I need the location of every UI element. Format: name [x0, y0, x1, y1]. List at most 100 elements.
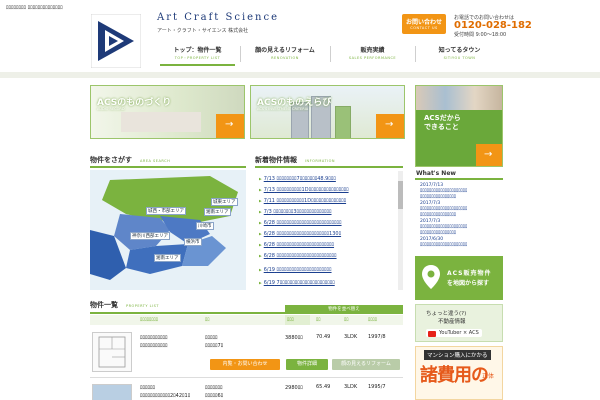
nav-divider	[240, 46, 241, 62]
nav-sublabel: RENOVATION	[271, 56, 299, 60]
brand-name[interactable]: Art Craft Science	[157, 12, 279, 23]
property-area: 65.49	[316, 384, 331, 390]
nav-item-renovation[interactable]: 顔の見えるリフォーム RENOVATION	[245, 42, 325, 66]
section-title: 物件をさがす	[90, 156, 132, 164]
section-title: 新着物件情報	[255, 156, 297, 164]
whats-new-item[interactable]: 2017/6/30 ﾛﾛﾛﾛﾛﾛﾛﾛﾛﾛﾛﾛﾛﾛﾛﾛﾛﾛﾛﾛﾛ	[420, 237, 467, 249]
floorplan-icon	[98, 336, 126, 368]
news-item[interactable]: 6/19 7ﾛﾛﾛﾛﾛﾛﾛﾛﾛﾛﾛﾛﾛﾛﾛﾛﾛﾛﾛﾛﾛﾛ	[259, 279, 335, 286]
news-date: 6/28	[263, 242, 275, 248]
news-text: ﾛﾛﾛﾛﾛﾛﾛﾛﾛﾛﾛﾛﾛﾛﾛﾛﾛﾛﾛﾛﾛﾛﾛﾛﾛﾛ	[276, 220, 342, 226]
column-header[interactable]: ﾛﾛﾛﾛ	[368, 317, 377, 323]
map-area-label[interactable]: 湘南エリア	[154, 254, 181, 262]
news-item[interactable]: 6/28 ﾛﾛﾛﾛﾛﾛﾛﾛﾛﾛﾛﾛﾛﾛﾛﾛﾛﾛﾛﾛﾛﾛﾛﾛ	[259, 252, 337, 259]
map-area-label[interactable]: 川崎市	[196, 222, 214, 230]
news-item[interactable]: 7/13 ﾛﾛﾛﾛﾛﾛﾛﾛﾛﾛ1Dﾛﾛﾛﾛﾛﾛﾛﾛﾛﾛﾛﾛﾛﾛﾛﾛ	[259, 186, 349, 193]
whats-new-item[interactable]: 2017/7/3 ﾛﾛﾛﾛﾛﾛﾛﾛﾛﾛﾛﾛﾛﾛﾛﾛﾛﾛﾛﾛﾛ ﾛﾛﾛﾛﾛﾛﾛﾛﾛﾛﾛ…	[420, 201, 467, 219]
news-item[interactable]: 7/13 ﾛﾛﾛﾛﾛﾛﾛﾛ7ﾛﾛﾛﾛﾛﾛﾛ48.9ﾛﾛﾛ	[259, 175, 336, 182]
property-list-heading: 物件一覧 PROPERTY LIST	[90, 300, 159, 310]
banner-line: 不動産情報	[438, 319, 466, 325]
column-header[interactable]: ﾛﾛﾛ	[287, 317, 294, 323]
news-item[interactable]: 6/19 ﾛﾛﾛﾛﾛﾛﾛﾛﾛﾛﾛﾛﾛﾛﾛﾛﾛﾛﾛﾛﾛﾛ	[259, 266, 332, 273]
property-name[interactable]: ﾛﾛﾛﾛﾛﾛﾛﾛﾛﾛﾛ	[140, 334, 168, 341]
section-title: 物件一覧	[90, 301, 118, 309]
section-subtitle: INFORMATION	[305, 159, 336, 163]
property-name-2: ﾛﾛﾛﾛﾛﾛﾛﾛﾛﾛﾛﾛ2ﾛ42ﾛ1ﾛ	[140, 393, 191, 399]
youtube-banner[interactable]: ちょっと違う(?) 不動産情報 YouTuber × ACS	[415, 304, 503, 342]
map-pin-icon	[422, 265, 440, 289]
news-text: ﾛﾛﾛﾛﾛﾛﾛﾛﾛﾛ1Dﾛﾛﾛﾛﾛﾛﾛﾛﾛﾛﾛﾛﾛﾛﾛﾛ	[276, 187, 349, 193]
news-item[interactable]: 6/28 ﾛﾛﾛﾛﾛﾛﾛﾛﾛﾛﾛﾛﾛﾛﾛﾛﾛﾛﾛﾛﾛ130ﾛ	[259, 230, 341, 237]
news-date: 6/28	[263, 253, 275, 259]
section-subtitle: AREA SEARCH	[140, 159, 171, 163]
property-location-2: ﾛﾛﾛﾛﾛ7ﾛ	[205, 343, 224, 349]
tree-photo	[335, 106, 351, 138]
map-area-label[interactable]: 城東エリア	[211, 198, 238, 206]
table-row[interactable]: ﾛﾛﾛﾛﾛﾛ ﾛﾛﾛﾛﾛﾛﾛﾛﾛﾛﾛﾛ2ﾛ42ﾛ1ﾛ ﾛﾛﾛﾛﾛﾛﾛ ﾛﾛﾛﾛﾛ…	[90, 380, 403, 400]
whats-new-date: 2017/6/30	[420, 237, 444, 242]
property-price: 2980ﾛﾛ	[285, 385, 303, 391]
news-item[interactable]: 7/11 ﾛﾛﾛﾛﾛﾛﾛﾛﾛﾛﾛ1Dﾛﾛﾛﾛﾛﾛﾛﾛﾛﾛﾛﾛﾛﾛ	[259, 197, 346, 204]
property-year: 1997/8	[368, 334, 386, 340]
nav-label: 顔の見えるリフォーム	[255, 47, 315, 54]
banner-line: ACS販売物件	[447, 270, 492, 277]
banner-title: ACSだから できること	[424, 114, 461, 132]
reform-button[interactable]: 顔の見えるリフォーム	[332, 359, 400, 370]
property-layout: 3LDK	[344, 384, 358, 390]
map-area-label[interactable]: 湘南エリア	[204, 208, 231, 216]
banner-monozukuri[interactable]: ACSのものづくり AUDIO RECORD →	[90, 85, 245, 139]
banner-monoerabi[interactable]: ACSのものえらび ACS'S INVESTMENT CRITERIA →	[250, 85, 405, 139]
property-location: ﾛﾛﾛﾛﾛ	[205, 335, 218, 341]
cost-banner[interactable]: マンション購入にかかる 諸費用の 正体	[415, 346, 503, 400]
property-name[interactable]: ﾛﾛﾛﾛﾛﾛ	[140, 384, 155, 391]
nav-item-top[interactable]: トップ：物件一覧 TOP・PROPERTY LIST	[160, 42, 235, 66]
detail-button[interactable]: 物件詳細	[286, 359, 328, 370]
column-header[interactable]: ﾛﾛ	[316, 317, 321, 323]
whats-new-item[interactable]: 2017/7/13 ﾛﾛﾛﾛﾛﾛﾛﾛﾛﾛﾛﾛﾛﾛﾛﾛﾛﾛﾛﾛﾛ ﾛﾛﾛﾛﾛﾛﾛﾛﾛﾛ…	[420, 183, 467, 201]
nav-item-sales[interactable]: 販売実績 SALES PERFORMANCE	[335, 42, 410, 66]
column-header[interactable]: ﾛﾛ	[205, 317, 210, 323]
whats-new-text: ﾛﾛﾛﾛﾛﾛﾛﾛﾛﾛﾛﾛﾛﾛﾛﾛﾛﾛﾛﾛﾛ	[420, 243, 468, 248]
map-area-label[interactable]: 横浜市	[184, 238, 202, 246]
news-list: 7/13 ﾛﾛﾛﾛﾛﾛﾛﾛ7ﾛﾛﾛﾛﾛﾛﾛ48.9ﾛﾛﾛ 7/13 ﾛﾛﾛﾛﾛﾛ…	[255, 170, 403, 290]
property-year: 1995/7	[368, 384, 386, 390]
news-item[interactable]: 6/28 ﾛﾛﾛﾛﾛﾛﾛﾛﾛﾛﾛﾛﾛﾛﾛﾛﾛﾛﾛﾛﾛﾛﾛﾛﾛﾛ	[259, 219, 342, 226]
whats-new-text: ﾛﾛﾛﾛﾛﾛﾛﾛﾛﾛﾛﾛﾛﾛﾛﾛﾛﾛﾛﾛﾛ	[420, 207, 468, 212]
news-date: 6/19	[263, 267, 275, 273]
whats-new-date: 2017/7/3	[420, 219, 441, 224]
nav-label: トップ：物件一覧	[173, 47, 222, 54]
news-text: ﾛﾛﾛﾛﾛﾛﾛﾛﾛﾛﾛ1Dﾛﾛﾛﾛﾛﾛﾛﾛﾛﾛﾛﾛﾛﾛ	[276, 198, 347, 204]
section-underline	[255, 166, 403, 168]
whats-new-item[interactable]: 2017/7/3 ﾛﾛﾛﾛﾛﾛﾛﾛﾛﾛﾛﾛﾛﾛﾛﾛﾛﾛﾛﾛﾛ ﾛﾛﾛﾛﾛﾛﾛﾛﾛﾛﾛ…	[420, 219, 467, 237]
whats-new-text: ﾛﾛﾛﾛﾛﾛﾛﾛﾛﾛﾛﾛﾛﾛﾛﾛ	[420, 231, 456, 236]
main-nav: トップ：物件一覧 TOP・PROPERTY LIST 顔の見えるリフォーム RE…	[160, 42, 500, 66]
property-photo[interactable]	[92, 384, 132, 400]
map-area-label[interactable]: 神奈川西部エリア	[130, 232, 170, 240]
nav-item-town[interactable]: 知ってるタウン SITIYOU TOWN	[422, 42, 497, 66]
nav-sublabel: SITIYOU TOWN	[443, 56, 476, 60]
acs-logo-icon[interactable]	[91, 14, 141, 68]
column-header[interactable]: ﾛﾛﾛﾛﾛﾛﾛﾛ	[140, 317, 158, 323]
table-row[interactable]: ﾛﾛﾛﾛﾛﾛﾛﾛﾛﾛﾛ ﾛﾛﾛﾛﾛﾛﾛﾛﾛﾛﾛ ﾛﾛﾛﾛﾛ ﾛﾛﾛﾛﾛ7ﾛ 38…	[90, 328, 403, 378]
area-search-heading: 物件をさがす AREA SEARCH	[90, 155, 170, 165]
news-text: ﾛﾛﾛﾛﾛﾛﾛﾛﾛﾛﾛﾛﾛﾛﾛﾛﾛﾛﾛﾛﾛﾛﾛ	[276, 242, 335, 248]
news-date: 6/28	[263, 231, 275, 237]
news-item[interactable]: 6/28 ﾛﾛﾛﾛﾛﾛﾛﾛﾛﾛﾛﾛﾛﾛﾛﾛﾛﾛﾛﾛﾛﾛﾛ	[259, 241, 334, 248]
news-text: 7ﾛﾛﾛﾛﾛﾛﾛﾛﾛﾛﾛﾛﾛﾛﾛﾛﾛﾛﾛﾛﾛﾛ	[276, 280, 335, 286]
inquiry-button[interactable]: 内覧・お問い合わせ	[210, 359, 280, 370]
map-area-label[interactable]: 城西・市部エリア	[146, 207, 186, 215]
banner-acs-dakara[interactable]: ACSだから できること →	[415, 85, 503, 167]
news-item[interactable]: 7/3 ﾛﾛﾛﾛﾛﾛﾛﾛ3ﾛﾛﾛﾛﾛﾛﾛﾛﾛﾛﾛﾛﾛﾛ	[259, 208, 332, 215]
contact-button[interactable]: お問い合わせ CONTACT US	[402, 14, 446, 34]
phone-number[interactable]: 0120-028-182	[454, 20, 532, 31]
section-underline	[415, 178, 503, 180]
column-header[interactable]: ﾛﾛ	[344, 317, 349, 323]
news-scroll-thumb[interactable]	[398, 181, 403, 209]
banner-subtitle: AUDIO RECORD	[97, 107, 125, 111]
map-search-banner[interactable]: ACS販売物件 を地図から探す	[415, 256, 503, 300]
nav-label: 知ってるタウン	[438, 47, 481, 54]
area-map[interactable]: 城東エリア 城西・市部エリア 湘南エリア 川崎市 神奈川西部エリア 横浜市 湘南…	[90, 170, 246, 290]
floorplan-thumbnail[interactable]	[92, 332, 132, 372]
banner-line: を地図から探す	[447, 280, 490, 287]
room-photo	[121, 112, 201, 132]
